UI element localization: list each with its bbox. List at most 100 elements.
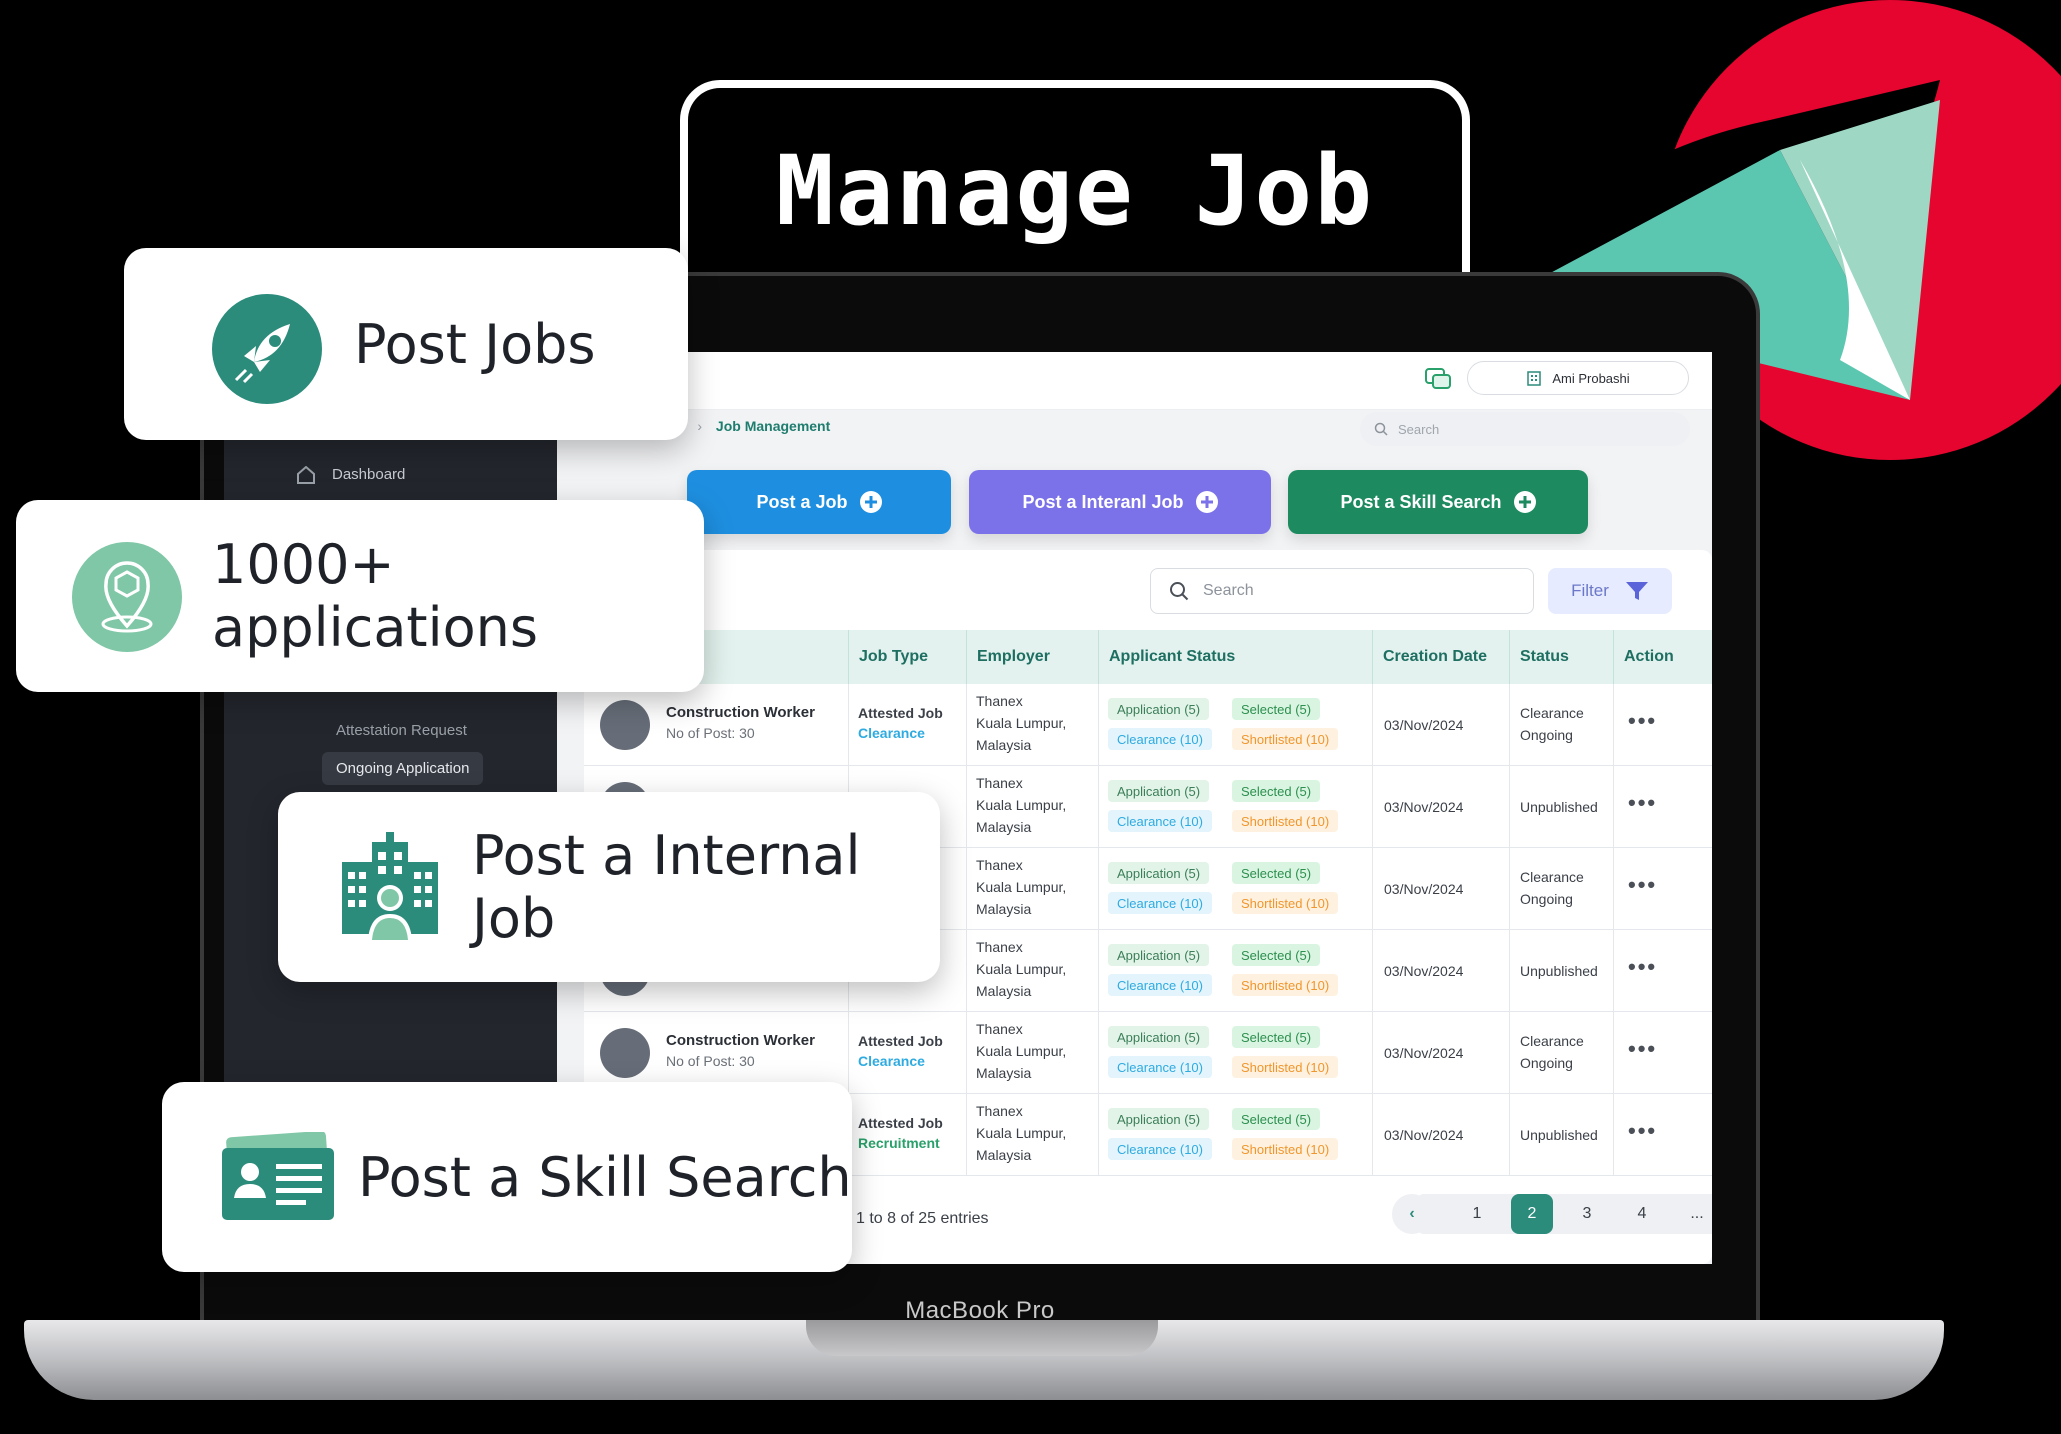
- selected-badge[interactable]: Selected (5): [1232, 862, 1321, 884]
- shortlisted-badge[interactable]: Shortlisted (10): [1232, 810, 1339, 832]
- shortlisted-badge[interactable]: Shortlisted (10): [1232, 1056, 1339, 1078]
- clearance-badge[interactable]: Clearance (10): [1108, 974, 1212, 996]
- more-actions-icon[interactable]: •••: [1628, 872, 1657, 898]
- shortlisted-badge[interactable]: Shortlisted (10): [1232, 892, 1339, 914]
- application-badge[interactable]: Application (5): [1108, 780, 1210, 802]
- sidebar-item-ongoing[interactable]: Ongoing Application: [322, 752, 484, 785]
- more-actions-icon[interactable]: •••: [1628, 954, 1657, 980]
- column-divider: [848, 684, 849, 766]
- post-job-button[interactable]: Post a Job: [687, 470, 951, 534]
- column-divider: [966, 1094, 967, 1176]
- employer-country: Malaysia: [976, 737, 1032, 753]
- chat-icon[interactable]: [1424, 366, 1452, 392]
- column-divider: [966, 848, 967, 930]
- creation-date: 03/Nov/2024: [1384, 881, 1464, 897]
- column-divider: [1613, 1012, 1614, 1094]
- page-button[interactable]: 4: [1621, 1194, 1663, 1234]
- user-menu[interactable]: Ami Probashi: [1467, 361, 1689, 395]
- job-posts: No of Post: 30: [666, 1053, 755, 1069]
- th-job-type[interactable]: Job Type: [848, 630, 966, 684]
- clearance-badge[interactable]: Clearance (10): [1108, 892, 1212, 914]
- column-divider: [1098, 848, 1099, 930]
- column-divider: [1098, 1094, 1099, 1176]
- column-divider: [1613, 1094, 1614, 1176]
- location-box-icon: [72, 542, 182, 652]
- column-divider: [1613, 766, 1614, 848]
- column-divider: [1613, 930, 1614, 1012]
- application-badge[interactable]: Application (5): [1108, 944, 1210, 966]
- selected-badge[interactable]: Selected (5): [1232, 698, 1321, 720]
- clearance-badge[interactable]: Clearance (10): [1108, 728, 1212, 750]
- application-badge[interactable]: Application (5): [1108, 1108, 1210, 1130]
- table-row[interactable]: Construction Worker No of Post: 30 Attes…: [584, 684, 1712, 766]
- employer-city: Kuala Lumpur,: [976, 797, 1067, 813]
- creation-date: 03/Nov/2024: [1384, 799, 1464, 815]
- status-line-1: Clearance: [1520, 705, 1584, 721]
- more-actions-icon[interactable]: •••: [1628, 1036, 1657, 1062]
- sidebar-item-attestation[interactable]: Attestation Request: [336, 722, 467, 739]
- column-divider: [1509, 684, 1510, 766]
- selected-badge[interactable]: Selected (5): [1232, 1026, 1321, 1048]
- column-divider: [848, 1012, 849, 1094]
- application-badge[interactable]: Application (5): [1108, 698, 1210, 720]
- th-creation-date[interactable]: Creation Date: [1372, 630, 1509, 684]
- sidebar-item-dashboard[interactable]: Dashboard: [332, 466, 405, 483]
- chevron-left-icon: ‹: [1409, 1205, 1415, 1222]
- employer-city: Kuala Lumpur,: [976, 715, 1067, 731]
- hard-hat-avatar-icon: [600, 700, 650, 750]
- column-divider: [1098, 766, 1099, 848]
- employer-city: Kuala Lumpur,: [976, 879, 1067, 895]
- clearance-badge[interactable]: Clearance (10): [1108, 810, 1212, 832]
- th-applicant-status[interactable]: Applicant Status: [1098, 630, 1372, 684]
- job-type: Attested Job: [858, 705, 943, 721]
- top-search-placeholder: Search: [1398, 421, 1440, 437]
- more-actions-icon[interactable]: •••: [1628, 1118, 1657, 1144]
- post-skill-search-button[interactable]: Post a Skill Search: [1288, 470, 1588, 534]
- shortlisted-badge[interactable]: Shortlisted (10): [1232, 974, 1339, 996]
- column-divider: [1098, 930, 1099, 1012]
- page-button[interactable]: 3: [1566, 1194, 1608, 1234]
- th-status[interactable]: Status: [1509, 630, 1613, 684]
- post-internal-job-button[interactable]: Post a Interanl Job: [969, 470, 1271, 534]
- clearance-badge[interactable]: Clearance (10): [1108, 1056, 1212, 1078]
- status-line-1: Unpublished: [1520, 963, 1598, 979]
- column-divider: [1372, 1094, 1373, 1176]
- shortlisted-badge[interactable]: Shortlisted (10): [1232, 1138, 1339, 1160]
- clearance-badge[interactable]: Clearance (10): [1108, 1138, 1212, 1160]
- employer-city: Kuala Lumpur,: [976, 1043, 1067, 1059]
- feature-applications-label: 1000+ applications: [212, 533, 539, 659]
- page-button[interactable]: 1: [1456, 1194, 1498, 1234]
- feature-card-applications: 1000+ applications: [16, 500, 704, 692]
- table-search-input[interactable]: Search: [1150, 568, 1534, 614]
- plus-circle-icon: [1195, 491, 1218, 513]
- th-employer[interactable]: Employer: [966, 630, 1098, 684]
- column-divider: [966, 930, 967, 1012]
- page-button[interactable]: 2: [1511, 1194, 1553, 1234]
- more-actions-icon[interactable]: •••: [1628, 790, 1657, 816]
- employer-country: Malaysia: [976, 1065, 1032, 1081]
- feature-card-skill-search: Post a Skill Search: [162, 1082, 852, 1272]
- selected-badge[interactable]: Selected (5): [1232, 944, 1321, 966]
- column-divider: [1098, 1012, 1099, 1094]
- post-job-label: Post a Job: [756, 491, 848, 512]
- shortlisted-badge[interactable]: Shortlisted (10): [1232, 728, 1339, 750]
- filter-button[interactable]: Filter: [1548, 568, 1672, 614]
- column-divider: [1509, 930, 1510, 1012]
- hard-hat-avatar-icon: [600, 1028, 650, 1078]
- application-badge[interactable]: Application (5): [1108, 862, 1210, 884]
- chevron-right-icon: ›: [697, 418, 703, 434]
- column-divider: [1509, 1094, 1510, 1176]
- column-divider: [966, 1012, 967, 1094]
- status-line-1: Unpublished: [1520, 799, 1598, 815]
- job-type-sub: Clearance: [858, 1053, 925, 1069]
- status-line-2: Ongoing: [1520, 727, 1573, 743]
- top-search-input[interactable]: Search: [1360, 412, 1690, 446]
- post-skill-search-label: Post a Skill Search: [1340, 491, 1502, 512]
- selected-badge[interactable]: Selected (5): [1232, 780, 1321, 802]
- application-badge[interactable]: Application (5): [1108, 1026, 1210, 1048]
- selected-badge[interactable]: Selected (5): [1232, 1108, 1321, 1130]
- feature-post-jobs-label: Post Jobs: [354, 312, 596, 376]
- th-action[interactable]: Action: [1613, 630, 1712, 684]
- job-posts: No of Post: 30: [666, 725, 755, 741]
- more-actions-icon[interactable]: •••: [1628, 708, 1657, 734]
